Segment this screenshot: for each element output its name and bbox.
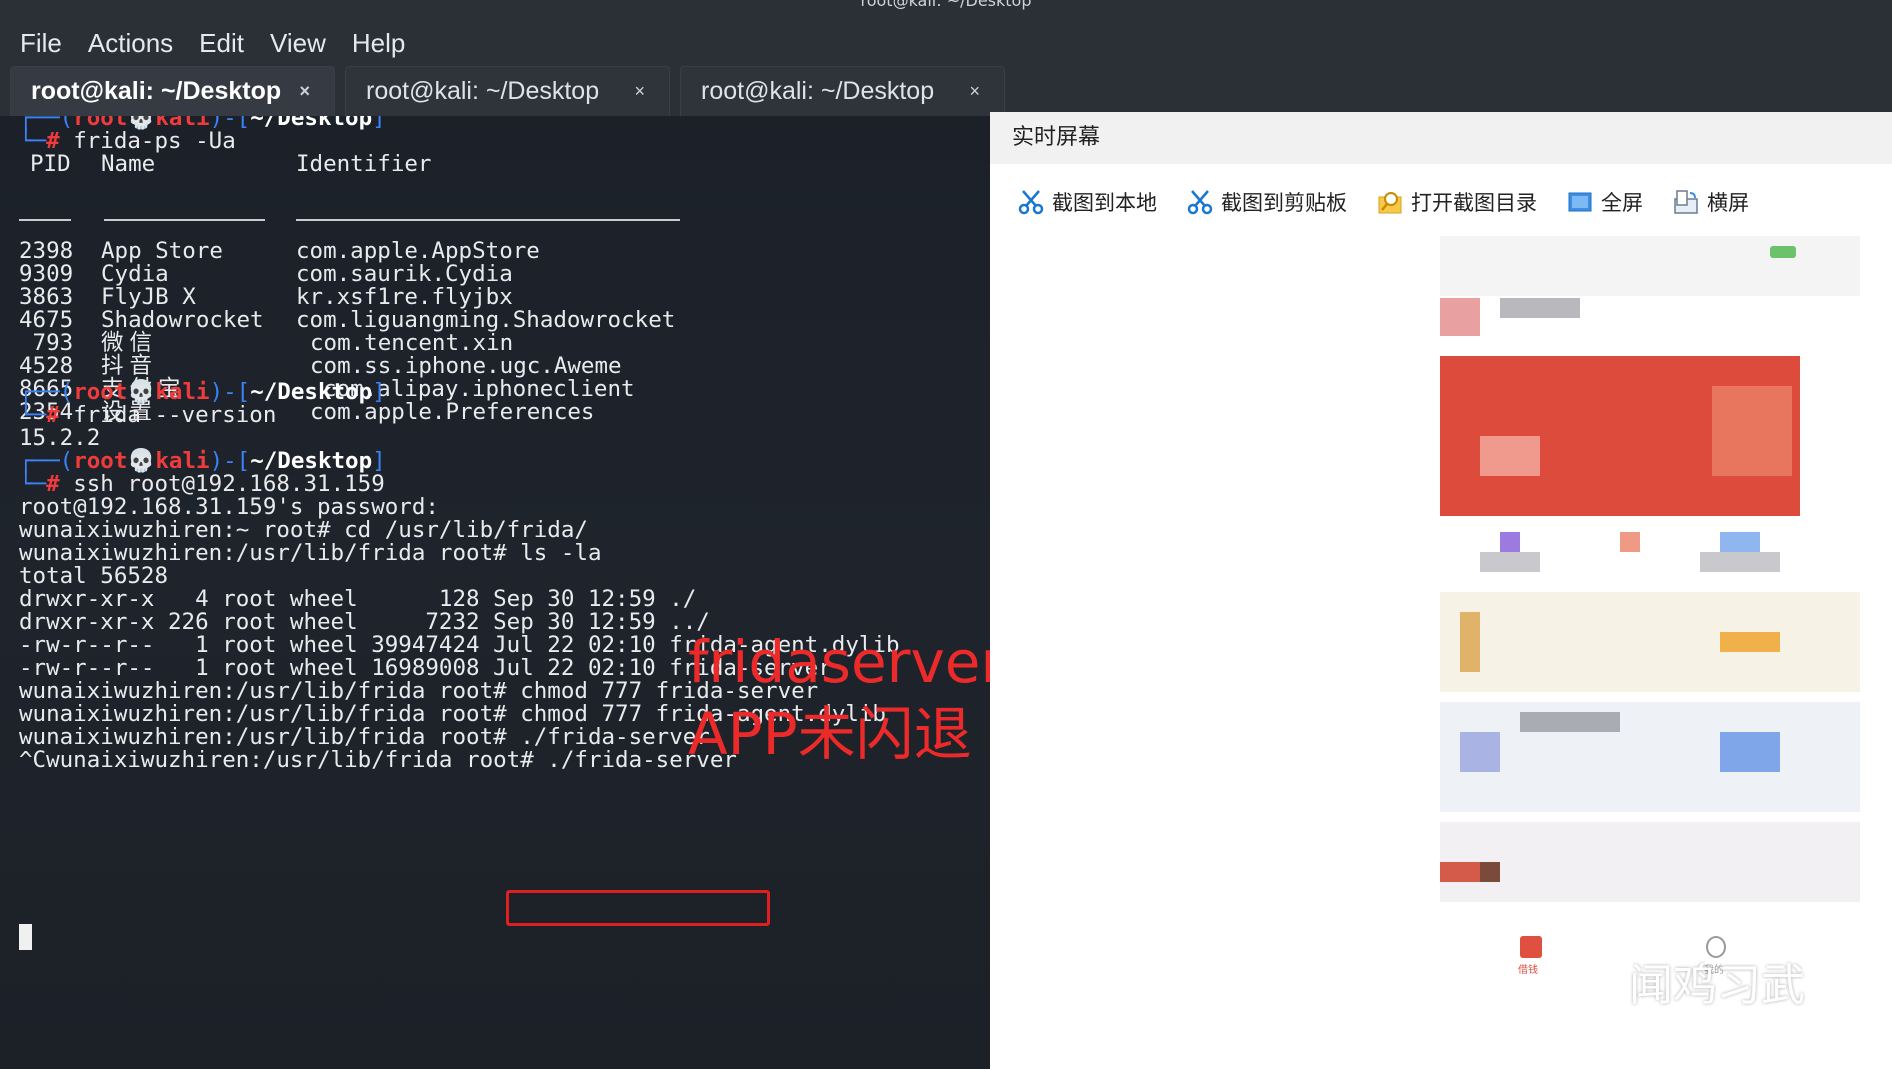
table-header-name: Name — [101, 151, 156, 177]
table-header-identifier: Identifier — [296, 151, 432, 177]
pixel-block — [1520, 712, 1620, 732]
pixel-block — [1440, 592, 1860, 692]
screen-mirror-window: 实时屏幕 截图到本地 截图到剪贴板 打开截图目录 全屏 横屏 借钱 我的 闻鸡习… — [990, 112, 1892, 1069]
pixel-block — [1720, 632, 1780, 652]
tool-label: 横屏 — [1707, 191, 1749, 215]
pixel-block — [1500, 298, 1580, 318]
pixel-block — [1620, 532, 1640, 552]
mirror-title: 实时屏幕 — [990, 112, 1892, 164]
annotation-text: fridaserver运行 APP未闪退 — [688, 628, 990, 768]
tab-label: root@kali: ~/Desktop — [31, 77, 282, 105]
screenshot-save-button[interactable]: 截图到本地 — [1018, 187, 1157, 217]
close-icon[interactable]: × — [299, 81, 310, 102]
scissors-icon — [1187, 189, 1213, 215]
tool-label: 全屏 — [1601, 191, 1643, 215]
tab-bar: root@kali: ~/Desktop × root@kali: ~/Desk… — [0, 64, 1892, 116]
screenshot-clipboard-button[interactable]: 截图到剪贴板 — [1187, 187, 1347, 217]
landscape-button[interactable]: 横屏 — [1673, 187, 1749, 217]
pixel-block — [1712, 386, 1792, 476]
pixel-block — [1460, 612, 1480, 672]
wechat-icon — [1555, 956, 1615, 1006]
battery-icon — [1770, 246, 1796, 258]
menu-edit[interactable]: Edit — [199, 28, 244, 59]
pixel-block — [1440, 702, 1860, 812]
pixel-block — [1700, 552, 1780, 572]
home-icon[interactable] — [1520, 936, 1542, 958]
menu-help[interactable]: Help — [352, 28, 405, 59]
pixel-block — [1440, 862, 1480, 882]
highlight-box — [506, 890, 770, 926]
text-cursor — [19, 924, 32, 950]
open-screenshot-folder-button[interactable]: 打开截图目录 — [1377, 187, 1537, 217]
pixel-block — [1440, 822, 1860, 902]
scissors-icon — [1018, 189, 1044, 215]
folder-search-icon — [1377, 189, 1403, 215]
table-header-pid: PID — [30, 151, 71, 177]
output-line: ^Cwunaixiwuzhiren:/usr/lib/frida root# .… — [19, 747, 737, 773]
watermark-text: 闻鸡习武 — [1629, 960, 1805, 1011]
menu-view[interactable]: View — [270, 28, 326, 59]
fullscreen-icon — [1567, 189, 1593, 215]
tab-2[interactable]: root@kali: ~/Desktop × — [345, 66, 670, 116]
pixel-block — [1500, 532, 1520, 552]
terminal-output[interactable]: ┌──(root💀kali)-[~/Desktop] └─# frida-ps … — [0, 116, 990, 1069]
tool-label: 打开截图目录 — [1411, 191, 1537, 215]
close-icon[interactable]: × — [969, 81, 980, 102]
table-rule — [19, 219, 71, 221]
menu-bar: File Actions Edit View Help — [0, 22, 1892, 64]
mirror-toolbar: 截图到本地 截图到剪贴板 打开截图目录 全屏 横屏 — [990, 174, 1779, 230]
table-rule — [296, 219, 680, 221]
tab-3[interactable]: root@kali: ~/Desktop × — [680, 66, 1005, 116]
rotate-screen-icon — [1673, 189, 1699, 215]
tool-label: 截图到本地 — [1052, 191, 1157, 215]
pixel-block — [1480, 862, 1500, 882]
window-titlebar: root@kali: ~/Desktop — [0, 0, 1892, 22]
menu-file[interactable]: File — [20, 28, 62, 59]
pixel-block — [1480, 552, 1540, 572]
menu-actions[interactable]: Actions — [88, 28, 173, 59]
close-icon[interactable]: × — [634, 81, 645, 102]
watermark: 闻鸡习武 — [1555, 949, 1805, 1013]
pixel-block — [1720, 532, 1760, 552]
tool-label: 截图到剪贴板 — [1221, 191, 1347, 215]
nav-label-loan: 借钱 — [1518, 965, 1538, 976]
tab-label: root@kali: ~/Desktop — [366, 77, 600, 105]
pixel-block — [1720, 732, 1780, 772]
table-rule — [104, 219, 265, 221]
status-bar-area — [1440, 236, 1860, 296]
phone-screen-pixelated[interactable]: 借钱 我的 — [1432, 236, 1872, 1069]
tab-1[interactable]: root@kali: ~/Desktop × — [10, 66, 335, 116]
pixel-block — [1460, 732, 1500, 772]
pixel-block — [1480, 436, 1540, 476]
pixel-block — [1440, 298, 1480, 336]
tab-label: root@kali: ~/Desktop — [701, 77, 935, 105]
fullscreen-button[interactable]: 全屏 — [1567, 187, 1643, 217]
window-title: root@kali: ~/Desktop — [860, 0, 1032, 10]
